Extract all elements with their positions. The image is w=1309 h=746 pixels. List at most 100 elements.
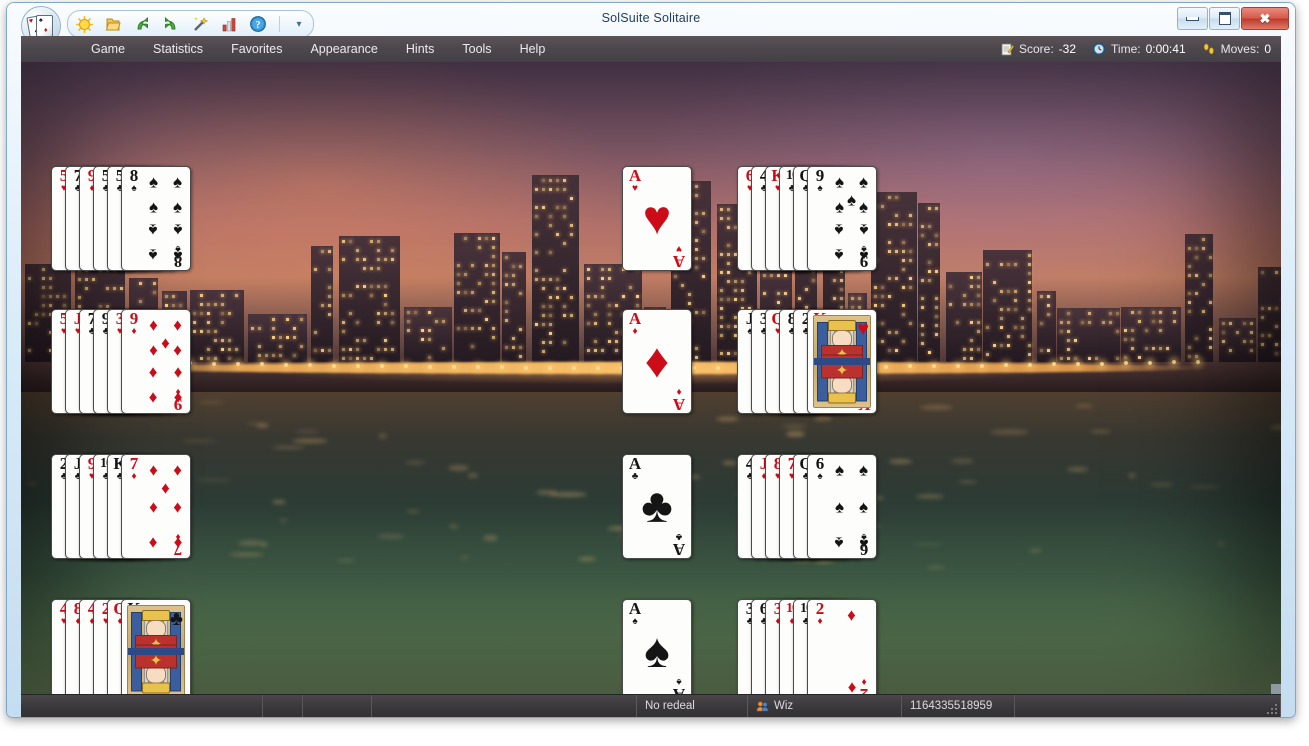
card-pip: ♦ [173,364,182,381]
menu-help[interactable]: Help [506,36,560,62]
playing-card[interactable]: 7♦7♦♦♦♦♦♦♦♦ [121,454,191,559]
score-label: Score: [1019,42,1054,56]
playing-card[interactable]: 9♦9♦♦♦♦♦♦♦♦♦♦ [121,309,191,414]
undo-icon[interactable] [132,14,152,34]
grip-dot [1271,708,1273,710]
chevron-down-icon[interactable]: ▾ [291,14,307,34]
card-pip: ♠ [835,534,844,551]
card-suit-index: ♦ [810,617,830,627]
card-suit-index: ♠ [625,617,645,627]
card-rank-index-mirrored: A [669,253,689,270]
card-pips: ♠♠♠♠♠♠♠♠♠ [830,171,873,266]
statistics-icon[interactable] [219,14,239,34]
playing-card[interactable]: K♥K♥✦✦♥ [807,309,877,414]
game-board[interactable]: 5♥7♣9♦5♣5♣8♠8♠♠♠♠♠♠♠♠♠5♥J♥7♣9♣3♥9♦9♦♦♦♦♦… [21,62,1281,694]
tableau-pile-6[interactable]: J♠3♣Q♥8♣2♣K♥K♥✦✦♥ [737,309,875,412]
menu-tools[interactable]: Tools [448,36,505,62]
menu-game[interactable]: Game [77,36,139,62]
resize-grip[interactable] [1271,684,1281,694]
open-game-icon[interactable] [103,14,123,34]
card-pip: ♦ [149,534,158,551]
card-center-pip: ♠ [644,628,670,676]
minimize-button[interactable] [1177,7,1208,30]
maximize-icon [1219,12,1231,25]
card-rank-index-mirrored: A [669,686,689,694]
card-suit-index: ♦ [625,327,645,337]
menu-help-label: Help [520,42,546,56]
svg-text:?: ? [256,20,261,31]
playing-card[interactable]: 9♠9♠♠♠♠♠♠♠♠♠♠ [807,166,877,271]
menu-appearance[interactable]: Appearance [296,36,391,62]
card-rank-index: 7 [124,455,144,472]
card-pip: ♠ [847,192,856,209]
menu-statistics[interactable]: Statistics [139,36,217,62]
card-pip: ♦ [173,534,182,551]
menu-statistics-label: Statistics [153,42,203,56]
maximize-button[interactable] [1209,7,1240,30]
clock-icon [1092,42,1106,56]
menu-game-label: Game [91,42,125,56]
difficulty-label: Wiz [774,700,793,712]
playing-card[interactable]: 6♠6♠♠♠♠♠♠♠ [807,454,877,559]
card-suit-index-mirrored: ♠ [669,676,689,686]
status-cell-last [1015,695,1281,717]
playing-card[interactable]: 2♦2♦♦♦ [807,599,877,694]
status-cell-2 [263,695,303,717]
court-card-suit-pip: ♣ [170,609,183,629]
foundation-hearts[interactable]: A♥A♥♥ [622,166,690,269]
new-game-icon[interactable] [74,14,94,34]
card-pip: ♦ [173,317,182,334]
card-pip: ♦ [173,462,182,479]
playing-card[interactable]: K♣K♣✦✦♣ [121,599,191,694]
window-resize-grip[interactable] [1265,702,1279,716]
card-rank-index: A [625,167,645,184]
card-pip: ♠ [149,199,158,216]
card-pip: ♠ [173,174,182,191]
foundation-spades[interactable]: A♠A♠♠ [622,599,690,694]
close-button[interactable]: ✖ [1241,7,1289,30]
foundation-diamonds[interactable]: A♦A♦♦ [622,309,690,412]
menu-favorites[interactable]: Favorites [217,36,296,62]
card-pips: ♠♠♠♠♠♠ [830,459,873,554]
tableau-pile-8[interactable]: 3♣6♣3♦10♦10♣2♦2♦♦♦ [737,599,875,694]
card-center-pip: ♣ [641,483,673,531]
auto-play-icon[interactable] [190,14,210,34]
players-icon [756,700,769,713]
card-suit-index: ♦ [124,472,144,482]
redeal-cell: No redeal [637,695,748,717]
card-pip: ♠ [173,221,182,238]
playing-card[interactable]: 8♠8♠♠♠♠♠♠♠♠♠ [121,166,191,271]
foundation-clubs[interactable]: A♣A♣♣ [622,454,690,557]
tableau-pile-2[interactable]: 5♥J♥7♣9♣3♥9♦9♦♦♦♦♦♦♦♦♦♦ [51,309,189,412]
redeal-label: No redeal [645,700,695,712]
card-pip: ♠ [859,221,868,238]
card-pip: ♦ [149,498,158,515]
playing-card[interactable]: A♥A♥♥ [622,166,692,271]
grip-dot [1275,712,1277,714]
card-pips: ♦♦ [830,604,873,694]
menu-appearance-label: Appearance [310,42,377,56]
card-pip: ♦ [161,480,170,497]
card-rank-index: 8 [124,167,144,184]
card-pips: ♠♠♠♠♠♠♠♠ [144,171,187,266]
playing-card[interactable]: A♠A♠♠ [622,599,692,694]
difficulty-cell: Wiz [748,695,902,717]
card-pip: ♠ [859,199,868,216]
redo-icon[interactable] [161,14,181,34]
grip-dot [1275,708,1277,710]
playing-card[interactable]: A♣A♣♣ [622,454,692,559]
card-rank-index: 9 [810,167,830,184]
tableau-pile-3[interactable]: 2♣J♣9♥10♣K♣7♦7♦♦♦♦♦♦♦♦ [51,454,189,557]
tableau-pile-7[interactable]: 4♣J♦8♥7♥Q♣6♠6♠♠♠♠♠♠♠ [737,454,875,557]
playing-card[interactable]: A♦A♦♦ [622,309,692,414]
tableau-pile-4[interactable]: 4♥8♦4♦2♥Q♦K♣K♣✦✦♣ [51,599,189,694]
card-pip: ♠ [149,221,158,238]
menu-hints[interactable]: Hints [392,36,448,62]
tableau-pile-1[interactable]: 5♥7♣9♦5♣5♣8♠8♠♠♠♠♠♠♠♠♠ [51,166,189,269]
help-icon[interactable]: ? [248,14,268,34]
card-pip: ♦ [847,679,856,694]
card-pips: ♦♦♦♦♦♦♦♦♦ [144,314,187,409]
card-rank-index: 2 [810,600,830,617]
card-rank-index: A [625,310,645,327]
tableau-pile-5[interactable]: 6♥4♣K♥10♣Q♣9♠9♠♠♠♠♠♠♠♠♠♠ [737,166,875,269]
